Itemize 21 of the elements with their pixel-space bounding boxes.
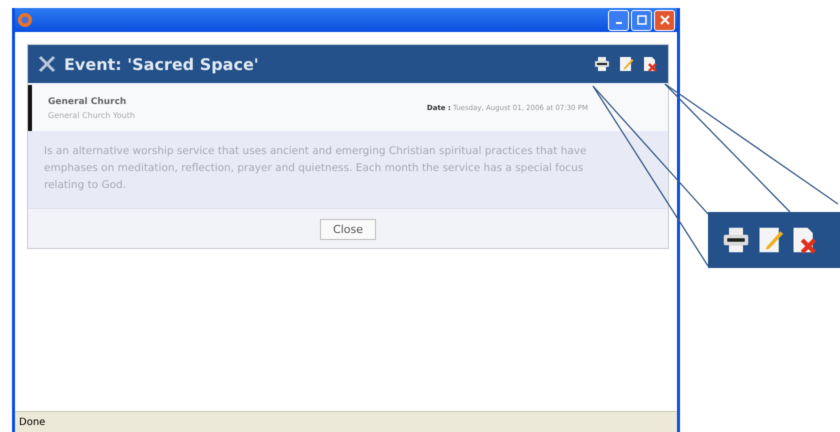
close-button[interactable]	[654, 10, 675, 30]
printer-icon	[722, 226, 750, 254]
printer-icon	[594, 56, 610, 72]
close-icon	[660, 15, 670, 25]
delete-document-icon	[642, 56, 658, 72]
close-button[interactable]: Close	[320, 219, 376, 240]
maximize-button[interactable]	[631, 10, 652, 30]
dialog-title: Event: 'Sacred Space'	[64, 54, 260, 74]
event-description: Is an alternative worship service that uses ancient and emerging Christian spiritual practices that have emphases on meditation, reflection, prayer and quietness. Each month the service has a special focus relating to God.	[28, 131, 668, 208]
maximize-icon	[636, 15, 646, 25]
group-name: General Church Youth	[48, 110, 136, 120]
minimize-icon	[616, 22, 622, 24]
minimize-button[interactable]	[608, 10, 629, 30]
edit-button[interactable]	[618, 56, 634, 72]
delete-button[interactable]	[642, 56, 658, 72]
browser-logo-icon	[17, 12, 33, 28]
print-button[interactable]	[594, 56, 610, 72]
edit-icon	[618, 56, 634, 72]
tools-icon	[38, 55, 56, 73]
organizer-name: General Church	[48, 96, 128, 106]
status-bar: Done	[15, 411, 677, 432]
